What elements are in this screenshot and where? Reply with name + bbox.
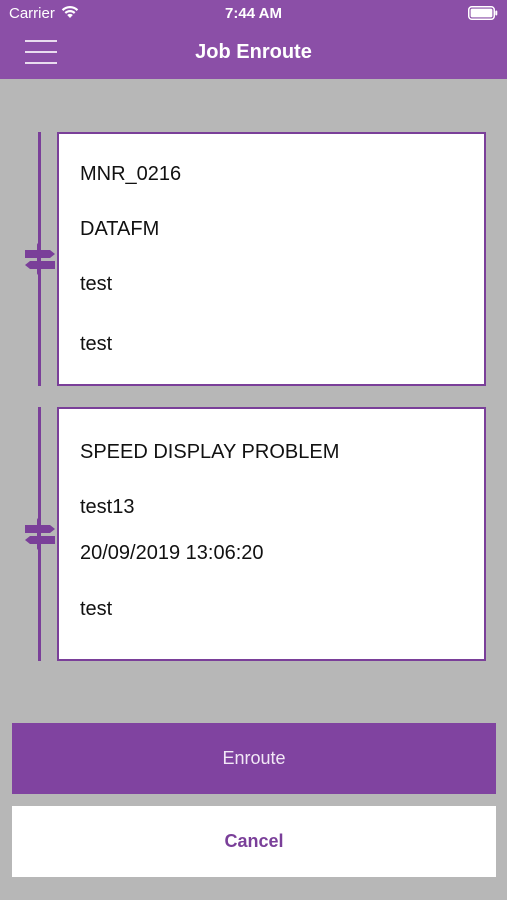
job-datetime: 20/09/2019 13:06:20 bbox=[80, 542, 264, 564]
cancel-button[interactable]: Cancel bbox=[12, 806, 496, 877]
enroute-button[interactable]: Enroute bbox=[12, 723, 496, 794]
job-detail: test13 bbox=[80, 496, 135, 518]
job-note: test bbox=[80, 598, 113, 620]
status-bar: Carrier 7:44 AM bbox=[0, 0, 507, 28]
nav-bar: Job Enroute bbox=[0, 28, 507, 79]
battery-icon bbox=[468, 6, 498, 20]
clock-time: 7:44 AM bbox=[225, 5, 282, 22]
page-title: Job Enroute bbox=[195, 41, 312, 63]
job-card[interactable]: MNR_0216 DATAFM test test bbox=[57, 132, 486, 386]
signpost-icon bbox=[25, 243, 55, 275]
job-card[interactable]: SPEED DISPLAY PROBLEM test13 20/09/2019 … bbox=[57, 407, 486, 661]
job-problem: SPEED DISPLAY PROBLEM bbox=[80, 441, 340, 463]
job-note: test bbox=[80, 333, 113, 355]
job-number: MNR_0216 bbox=[80, 163, 182, 185]
signpost-icon bbox=[25, 518, 55, 550]
app-header: Carrier 7:44 AM Job Enroute bbox=[0, 0, 507, 79]
job-customer: DATAFM bbox=[80, 218, 160, 240]
job-detail: test bbox=[80, 273, 113, 295]
job-item: MNR_0216 DATAFM test test bbox=[0, 132, 507, 386]
job-item: SPEED DISPLAY PROBLEM test13 20/09/2019 … bbox=[0, 407, 507, 661]
